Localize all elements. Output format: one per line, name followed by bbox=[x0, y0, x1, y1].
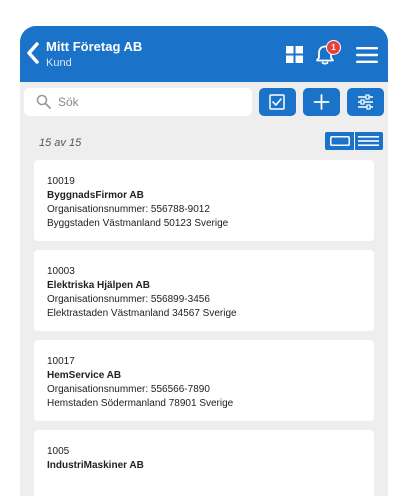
page-subtitle: Kund bbox=[46, 57, 72, 69]
app-screen: Mitt Företag AB Kund 1 Sök 15 av 15 1001… bbox=[20, 26, 388, 496]
chevron-left-icon[interactable] bbox=[26, 40, 40, 66]
plus-icon bbox=[313, 94, 330, 110]
view-toggle[interactable] bbox=[325, 132, 383, 150]
customer-id: 10019 bbox=[47, 176, 75, 187]
result-count: 15 av 15 bbox=[39, 137, 82, 149]
filter-button[interactable] bbox=[347, 88, 384, 116]
search-input[interactable] bbox=[58, 88, 238, 116]
search-icon bbox=[36, 94, 51, 109]
list-item[interactable]: 10019 ByggnadsFirmor AB Organisationsnum… bbox=[34, 160, 374, 241]
toggle-divider bbox=[354, 132, 355, 150]
list-item[interactable]: 10003 Elektriska Hjälpen AB Organisation… bbox=[34, 250, 374, 331]
list-item[interactable]: 1005 IndustriMaskiner AB bbox=[34, 430, 374, 496]
customer-id: 10017 bbox=[47, 356, 75, 367]
customer-address: Elektrastaden Västmanland 34567 Sverige bbox=[47, 308, 237, 319]
select-button[interactable] bbox=[259, 88, 296, 116]
list-view-icon[interactable] bbox=[358, 136, 379, 146]
customer-name: ByggnadsFirmor AB bbox=[47, 190, 144, 201]
list-item[interactable]: 10017 HemService AB Organisationsnummer:… bbox=[34, 340, 374, 421]
page-title: Mitt Företag AB bbox=[46, 39, 143, 54]
checkbox-icon bbox=[269, 94, 285, 110]
org-number: Organisationsnummer: 556788-9012 bbox=[47, 204, 210, 215]
customer-address: Hemstaden Södermanland 78901 Sverige bbox=[47, 398, 234, 409]
notification-badge: 1 bbox=[326, 40, 341, 55]
add-button[interactable] bbox=[303, 88, 340, 116]
customer-name: Elektriska Hjälpen AB bbox=[47, 280, 151, 291]
card-view-icon[interactable] bbox=[330, 136, 350, 146]
customer-name: IndustriMaskiner AB bbox=[47, 460, 144, 471]
org-number: Organisationsnummer: 556566-7890 bbox=[47, 384, 210, 395]
customer-id: 10003 bbox=[47, 266, 75, 277]
app-header: Mitt Företag AB Kund 1 bbox=[20, 26, 388, 82]
customer-id: 1005 bbox=[47, 446, 70, 457]
customer-name: HemService AB bbox=[47, 370, 122, 381]
search-box[interactable] bbox=[24, 88, 252, 116]
hamburger-menu-icon[interactable] bbox=[356, 47, 378, 63]
sliders-icon bbox=[358, 94, 373, 110]
org-number: Organisationsnummer: 556899-3456 bbox=[47, 294, 210, 305]
grid-icon[interactable] bbox=[286, 46, 303, 63]
customer-address: Byggstaden Västmanland 50123 Sverige bbox=[47, 218, 229, 229]
